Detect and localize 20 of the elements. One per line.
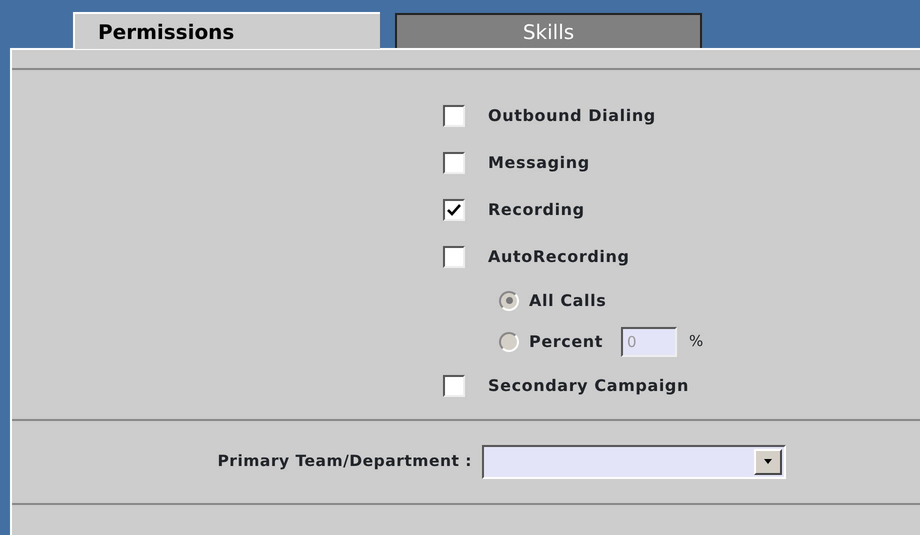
- field-label: Primary Team/Department :: [216, 451, 473, 472]
- tab[interactable]: Skills: [395, 13, 702, 48]
- checkbox[interactable]: [443, 246, 465, 268]
- checkbox[interactable]: [443, 152, 465, 174]
- dropdown-button[interactable]: [754, 449, 782, 475]
- option-label: Messaging: [488, 152, 590, 174]
- team-dropdown[interactable]: [482, 445, 786, 479]
- option-label: Percent: [529, 330, 604, 352]
- tab[interactable]: Permissions: [73, 12, 380, 49]
- unit-label: %: [689, 331, 704, 352]
- checkbox[interactable]: [443, 104, 465, 126]
- checkbox[interactable]: [443, 374, 465, 396]
- option-label: AutoRecording: [488, 246, 630, 268]
- option-label: All Calls: [529, 290, 606, 312]
- option-label: Secondary Campaign: [488, 374, 689, 396]
- caret-icon: [763, 459, 773, 465]
- option-label: Outbound Dialing: [488, 104, 656, 126]
- check-icon: [447, 204, 461, 216]
- option-label: Recording: [488, 198, 585, 220]
- checkbox[interactable]: [443, 198, 465, 220]
